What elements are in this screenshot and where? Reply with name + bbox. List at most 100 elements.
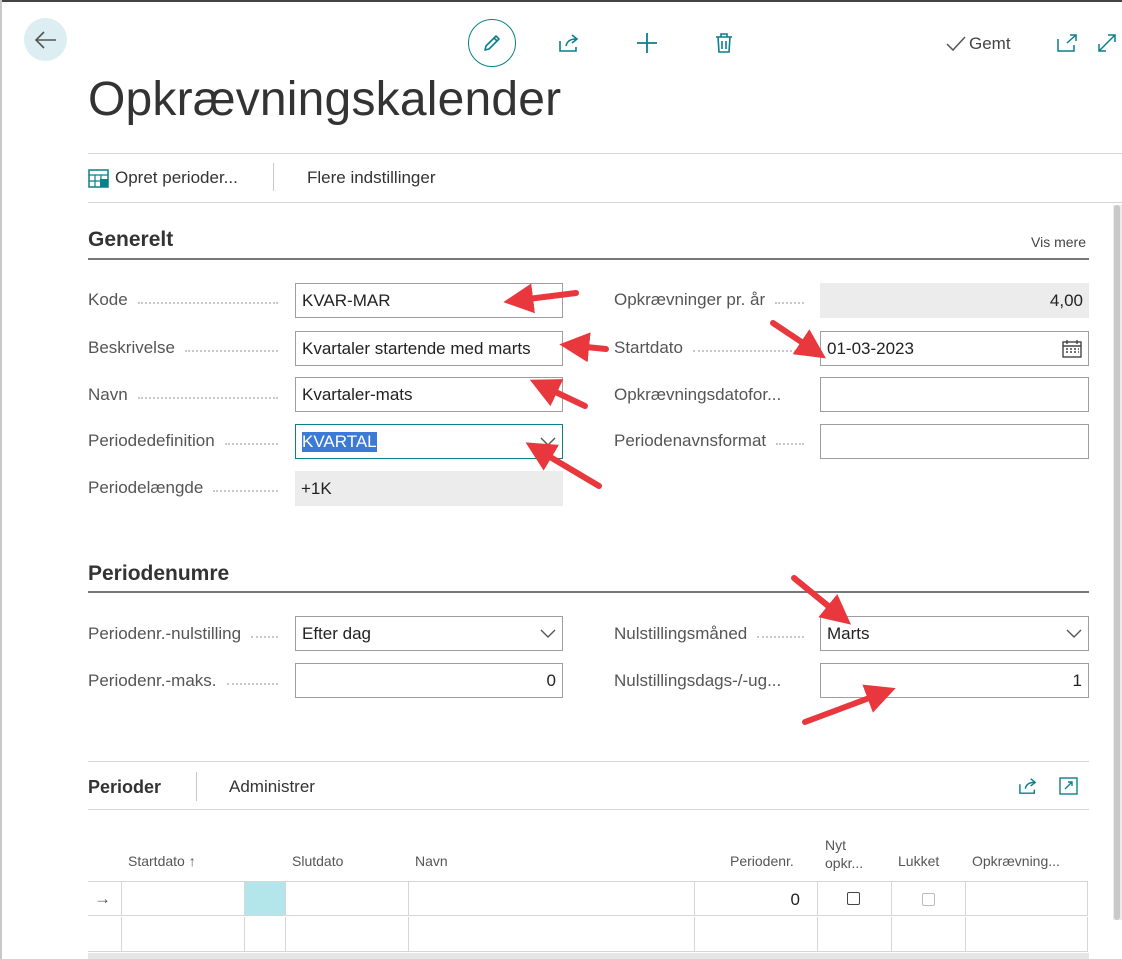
chevron-down-icon bbox=[540, 629, 556, 638]
col-header-closed[interactable]: Lukket bbox=[898, 853, 939, 869]
row-arrow-icon: → bbox=[94, 889, 111, 908]
period-numbers-divider bbox=[88, 591, 1089, 593]
table-settings-icon bbox=[88, 168, 109, 188]
start-date-value: 01-03-2023 bbox=[827, 338, 914, 358]
window-left-border bbox=[0, 0, 2, 959]
start-date-field[interactable]: 01-03-2023 bbox=[820, 331, 1089, 366]
calendar-icon[interactable] bbox=[1062, 339, 1082, 358]
delete-button[interactable] bbox=[711, 30, 737, 56]
annotation-arrow-reset-month bbox=[791, 575, 852, 625]
name-cell[interactable] bbox=[408, 882, 694, 915]
col-header-charge[interactable]: Opkrævning... bbox=[972, 853, 1060, 869]
new-button[interactable] bbox=[634, 30, 660, 56]
sort-asc-icon: ↑ bbox=[188, 853, 196, 869]
col-header-start-date[interactable]: Startdato ↑ bbox=[128, 853, 196, 869]
more-settings-action[interactable]: Flere indstillinger bbox=[307, 168, 436, 188]
periods-tab-separator bbox=[196, 772, 197, 801]
general-section-divider bbox=[88, 258, 1089, 260]
new-charge-cell[interactable] bbox=[817, 917, 891, 951]
code-field[interactable]: KVAR-MAR bbox=[295, 283, 563, 318]
period-length-label: Periodelængde bbox=[88, 478, 288, 498]
end-date-cell[interactable] bbox=[285, 882, 408, 915]
reset-day-week-label: Nulstillingsdags-/-ug... bbox=[614, 671, 782, 690]
open-new-window-icon bbox=[1057, 34, 1077, 52]
edit-button[interactable] bbox=[468, 19, 516, 67]
action-separator bbox=[273, 163, 274, 191]
saved-status: Gemt bbox=[946, 33, 1011, 55]
charges-per-year-field: 4,00 bbox=[820, 283, 1089, 318]
col-header-new-charge[interactable]: Nyt opkr... bbox=[825, 836, 863, 872]
reset-day-week-field[interactable]: 1 bbox=[820, 663, 1089, 698]
back-button[interactable] bbox=[24, 18, 67, 61]
charge-date-format-field[interactable] bbox=[820, 377, 1089, 412]
period-name-format-label: Periodenavnsformat bbox=[614, 431, 814, 451]
period-definition-label: Periodedefinition bbox=[88, 431, 288, 451]
saved-label: Gemt bbox=[969, 34, 1011, 53]
table-row[interactable]: → 0 bbox=[88, 881, 1088, 916]
closed-checkbox bbox=[922, 893, 935, 906]
reset-month-select[interactable]: Marts bbox=[820, 616, 1089, 651]
period-reset-select[interactable]: Efter dag bbox=[295, 616, 563, 651]
periods-tab[interactable]: Perioder bbox=[88, 777, 161, 798]
name-field[interactable]: Kvartaler-mats bbox=[295, 377, 563, 412]
chevron-down-icon bbox=[1066, 629, 1082, 638]
charge-cell[interactable] bbox=[965, 917, 1088, 951]
share-icon bbox=[559, 34, 579, 52]
charges-per-year-label: Opkrævninger pr. år bbox=[614, 290, 814, 310]
period-length-field: +1K bbox=[295, 471, 563, 506]
trash-icon bbox=[716, 33, 732, 53]
charge-date-format-label: Opkrævningsdatofor... bbox=[614, 385, 782, 404]
description-label: Beskrivelse bbox=[88, 338, 288, 358]
col-header-name[interactable]: Navn bbox=[415, 853, 448, 869]
general-section-title[interactable]: Generelt bbox=[88, 228, 173, 252]
periods-expand-button[interactable] bbox=[1057, 775, 1079, 797]
chevron-down-icon bbox=[540, 437, 556, 446]
period-reset-label: Periodenr.-nulstilling bbox=[88, 624, 288, 644]
period-max-label: Periodenr.-maks. bbox=[88, 671, 288, 691]
more-settings-label: Flere indstillinger bbox=[307, 168, 436, 187]
reset-month-label: Nulstillingsmåned bbox=[614, 624, 814, 644]
selected-cell[interactable] bbox=[244, 882, 285, 915]
new-charge-cell[interactable] bbox=[817, 882, 891, 915]
period-reset-value: Efter dag bbox=[302, 623, 371, 643]
name-label: Navn bbox=[88, 385, 288, 405]
show-more-link[interactable]: Vis mere bbox=[1031, 234, 1086, 250]
pencil-icon bbox=[484, 35, 500, 51]
period-max-field[interactable]: 0 bbox=[295, 663, 563, 698]
description-field[interactable]: Kvartaler startende med marts bbox=[295, 331, 563, 366]
new-charge-checkbox[interactable] bbox=[847, 892, 860, 905]
action-bar-bottom-divider bbox=[88, 202, 1122, 203]
period-definition-select[interactable]: KVARTAL bbox=[295, 424, 563, 459]
closed-cell bbox=[891, 882, 965, 915]
start-date-cell[interactable] bbox=[121, 882, 244, 915]
window-top-border bbox=[0, 0, 1122, 2]
period-no-cell[interactable]: 0 bbox=[694, 882, 817, 915]
period-numbers-section-title[interactable]: Periodenumre bbox=[88, 562, 229, 586]
col-header-end-date[interactable]: Slutdato bbox=[292, 853, 343, 869]
annotation-arrow-description bbox=[559, 332, 609, 363]
start-date-label: Startdato bbox=[614, 338, 814, 358]
period-name-format-field[interactable] bbox=[820, 424, 1089, 459]
expand-icon bbox=[1058, 777, 1078, 795]
create-periods-action[interactable]: Opret perioder... bbox=[88, 168, 238, 188]
end-date-cell[interactable] bbox=[285, 917, 408, 951]
code-label: Kode bbox=[88, 290, 288, 310]
empty-cell[interactable] bbox=[244, 917, 285, 951]
create-periods-label: Opret perioder... bbox=[115, 168, 238, 187]
open-new-window-button[interactable] bbox=[1056, 32, 1078, 54]
charge-cell[interactable] bbox=[965, 882, 1088, 915]
name-cell[interactable] bbox=[408, 917, 694, 951]
periods-header-divider bbox=[88, 809, 1089, 810]
table-row[interactable] bbox=[88, 917, 1088, 952]
closed-cell bbox=[891, 917, 965, 951]
periods-share-button[interactable] bbox=[1017, 775, 1039, 797]
period-no-cell[interactable] bbox=[694, 917, 817, 951]
start-date-cell[interactable] bbox=[121, 917, 244, 951]
action-bar-top-divider bbox=[88, 153, 1122, 154]
col-header-period-no[interactable]: Periodenr. bbox=[730, 853, 794, 869]
manage-action[interactable]: Administrer bbox=[229, 777, 315, 797]
page-title: Opkrævningskalender bbox=[88, 73, 562, 126]
scrollbar-thumb[interactable] bbox=[1114, 205, 1120, 920]
expand-button[interactable] bbox=[1096, 32, 1118, 54]
share-button[interactable] bbox=[556, 30, 582, 56]
